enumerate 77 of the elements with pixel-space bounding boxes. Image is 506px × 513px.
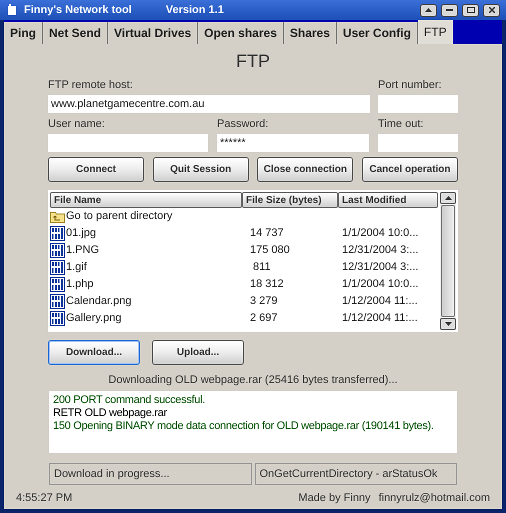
tab[interactable]: Open shares (198, 22, 284, 44)
close-icon (488, 7, 494, 13)
maximize-button[interactable] (462, 4, 479, 16)
file-date: 12/31/2004 3:... (342, 244, 418, 256)
field-label: Port number: (378, 78, 443, 92)
file-date: 1/1/2004 10:0... (342, 227, 418, 240)
field-label: Password: (217, 117, 270, 131)
file-row[interactable]: 1.gif 811 12/31/2004 3:... (50, 259, 438, 276)
column-header[interactable]: File Size (bytes) (242, 192, 338, 208)
file-name: 1.gif (66, 260, 87, 276)
window-version: Version 1.1 (166, 2, 224, 18)
file-row[interactable]: Calendar.png 3 279 1/12/2004 11:... (50, 293, 438, 310)
window-title: Finny's Network tool (24, 2, 132, 18)
tab[interactable]: FTP (418, 20, 453, 44)
column-header[interactable]: File Name (50, 192, 242, 208)
scroll-down-icon[interactable] (444, 322, 452, 326)
scroll-bar[interactable] (440, 192, 456, 330)
file-size: 14 737 (250, 227, 284, 240)
file-date: 1/12/2004 11:... (342, 295, 418, 308)
transfer-status: Downloading OLD webpage.rar (25416 bytes transferred)... (108, 373, 398, 387)
scroll-up-icon[interactable] (444, 196, 452, 200)
tab[interactable]: Net Send (43, 22, 108, 44)
email-text: finnyrulz@hotmail.com (378, 490, 490, 506)
maximize-icon (466, 7, 474, 13)
input-field[interactable]: ****** (217, 134, 369, 152)
file-row[interactable]: 1.php 18 312 1/1/2004 10:0... (50, 276, 438, 293)
file-date: 12/31/2004 3:... (342, 261, 418, 274)
input-field[interactable] (378, 134, 458, 152)
app-icon (6, 4, 18, 16)
file-size: 3 279 (250, 295, 278, 308)
log-line: RETR OLD webpage.rar (53, 407, 168, 420)
status-panel: OnGetCurrentDirectory - arStatusOk (254, 463, 457, 485)
push-button[interactable]: Cancel operation (362, 157, 458, 182)
clock-text: 4:55:27 PM (16, 490, 72, 506)
file-date: 1/12/2004 11:... (342, 312, 418, 324)
file-name: Gallery.png (66, 311, 122, 326)
file-date: 1/1/2004 10:0... (342, 278, 418, 290)
field-label: FTP remote host: (48, 78, 134, 92)
status-panel: Download in progress... (49, 463, 252, 485)
input-field[interactable]: www.planetgamecentre.com.au (48, 95, 370, 113)
file-row[interactable]: Gallery.png 2 697 1/12/2004 11:... (50, 310, 438, 327)
push-button[interactable]: Upload... (152, 340, 244, 365)
input-field[interactable] (378, 95, 458, 113)
file-row[interactable]: Go to parent directory (50, 208, 438, 225)
minimize-icon (446, 9, 453, 11)
log-line: 150 Opening BINARY mode data connection for OLD webpage.rar (190141 bytes). (53, 420, 435, 433)
push-button[interactable]: Connect (48, 157, 144, 182)
triangle-up-icon (425, 8, 432, 12)
minimize-button[interactable] (441, 4, 458, 16)
log-line: 200 PORT command successful. (53, 394, 206, 407)
file-size: 175 080 (250, 244, 290, 256)
field-label: Time out: (378, 117, 424, 131)
file-row[interactable]: 01.jpg 14 737 1/1/2004 10:0... (50, 225, 438, 242)
field-label: User name: (48, 117, 106, 131)
file-row[interactable]: 1.PNG 175 080 12/31/2004 3:... (50, 242, 438, 259)
page-heading: FTP (236, 50, 270, 72)
file-size: 18 312 (250, 278, 284, 290)
push-button[interactable]: Quit Session (152, 157, 249, 182)
tab[interactable]: Ping (4, 22, 43, 44)
file-name: Calendar.png (66, 294, 132, 310)
column-header[interactable]: Last Modified (338, 192, 438, 208)
tab[interactable]: User Config (336, 22, 418, 44)
tab[interactable]: Virtual Drives (108, 22, 198, 44)
tab[interactable]: Shares (284, 22, 337, 44)
roll-up-button[interactable] (420, 4, 437, 16)
file-size: 811 (252, 261, 271, 274)
file-name: 1.PNG (66, 243, 100, 258)
close-button[interactable] (483, 4, 500, 16)
push-button[interactable]: Close connection (257, 157, 354, 182)
file-name: 1.php (66, 277, 94, 292)
input-field[interactable] (48, 134, 208, 152)
file-name: 01.jpg (66, 226, 96, 242)
folder-icon (50, 210, 65, 223)
file-name: Go to parent directory (66, 209, 172, 224)
push-button[interactable]: Download... (48, 340, 140, 365)
file-size: 2 697 (250, 312, 278, 324)
credit-text: Made by Finny (298, 490, 371, 506)
